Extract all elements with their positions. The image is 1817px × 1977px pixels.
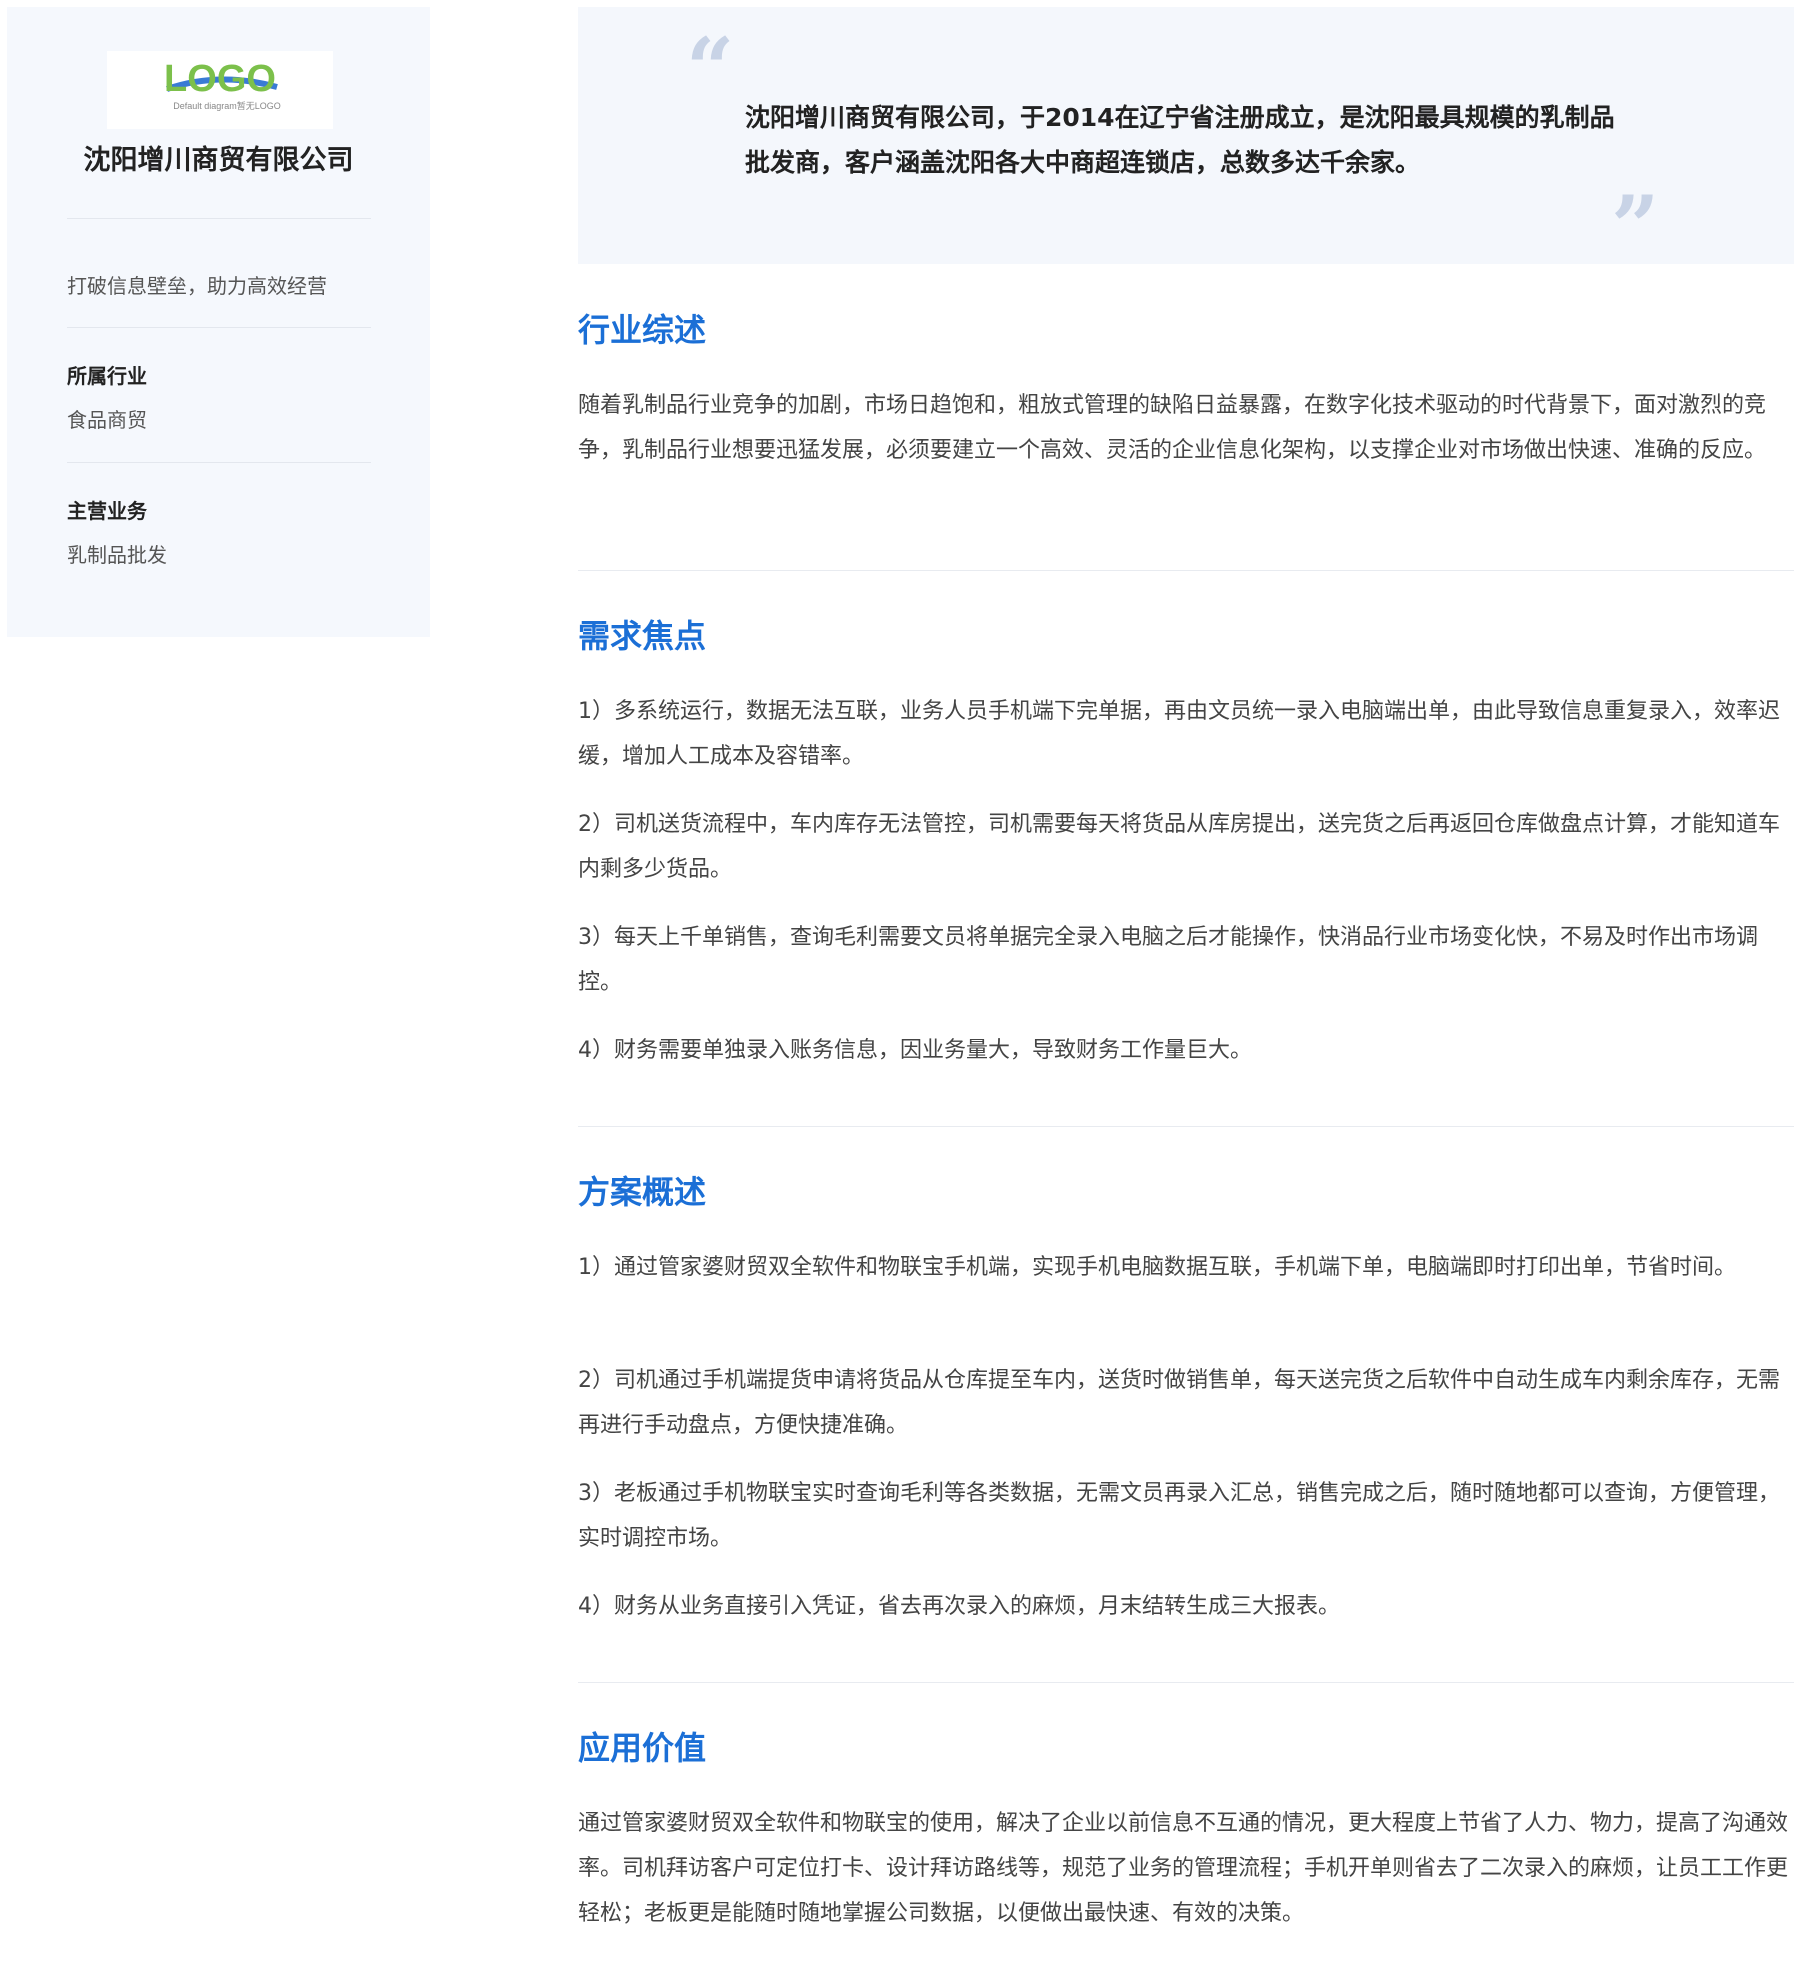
logo-graphic: LOGO Default diagram暂无LOGO [164, 58, 281, 111]
section-title: 方案概述 [578, 1173, 707, 1211]
open-quote-icon: “ [686, 19, 735, 118]
section-divider [578, 1126, 1794, 1127]
logo-caption: Default diagram暂无LOGO [173, 100, 281, 111]
company-intro-quote: “ 沈阳增川商贸有限公司，于2014在辽宁省注册成立，是沈阳最具规模的乳制品批发… [578, 7, 1794, 269]
business-value: 乳制品批发 [67, 543, 167, 567]
section-paragraph: 4）财务需要单独录入账务信息，因业务量大，导致财务工作量巨大。 [578, 1038, 1252, 1063]
section-divider [578, 1682, 1794, 1683]
divider [67, 462, 371, 463]
business-label: 主营业务 [67, 499, 147, 523]
logo-text: LOGO [164, 58, 276, 100]
section-title: 需求焦点 [578, 617, 707, 655]
section-paragraph: 2）司机通过手机端提货申请将货品从仓库提至车内，送货时做销售单，每天送完货之后软… [578, 1368, 1781, 1438]
section-title: 行业综述 [578, 311, 707, 349]
section-paragraph: 1）通过管家婆财贸双全软件和物联宝手机端，实现手机电脑数据互联，手机端下单，电脑… [578, 1255, 1737, 1280]
company-logo: LOGO Default diagram暂无LOGO [107, 51, 333, 129]
divider [67, 218, 371, 219]
section-divider [578, 570, 1794, 571]
section-paragraph: 2）司机送货流程中，车内库存无法管控，司机需要每天将货品从库房提出，送完货之后再… [578, 812, 1781, 882]
section-paragraph: 3）每天上千单销售，查询毛利需要文员将单据完全录入电脑之后才能操作，快消品行业市… [578, 925, 1759, 995]
divider [67, 327, 371, 328]
section-paragraph: 4）财务从业务直接引入凭证，省去再次录入的麻烦，月末结转生成三大报表。 [578, 1594, 1340, 1619]
close-quote-icon: ” [1611, 177, 1660, 276]
company-sidebar: LOGO Default diagram暂无LOGO 沈阳增川商贸有限公司 打破… [7, 7, 430, 637]
section-title: 应用价值 [578, 1729, 707, 1767]
industry-value: 食品商贸 [67, 408, 147, 432]
section-paragraph: 1）多系统运行，数据无法互联，业务人员手机端下完单据，再由文员统一录入电脑端出单… [578, 699, 1781, 769]
industry-label: 所属行业 [67, 364, 147, 388]
quote-text: 沈阳增川商贸有限公司，于2014在辽宁省注册成立，是沈阳最具规模的乳制品批发商，… [745, 103, 1615, 177]
section-paragraph: 通过管家婆财贸双全软件和物联宝的使用，解决了企业以前信息不互通的情况，更大程度上… [578, 1811, 1789, 1926]
section-paragraph: 随着乳制品行业竞争的加剧，市场日趋饱和，粗放式管理的缺陷日益暴露，在数字化技术驱… [578, 393, 1767, 463]
section-paragraph: 3）老板通过手机物联宝实时查询毛利等各类数据，无需文员再录入汇总，销售完成之后，… [578, 1481, 1781, 1551]
company-name: 沈阳增川商贸有限公司 [83, 145, 354, 176]
company-slogan: 打破信息壁垒，助力高效经营 [67, 274, 327, 298]
